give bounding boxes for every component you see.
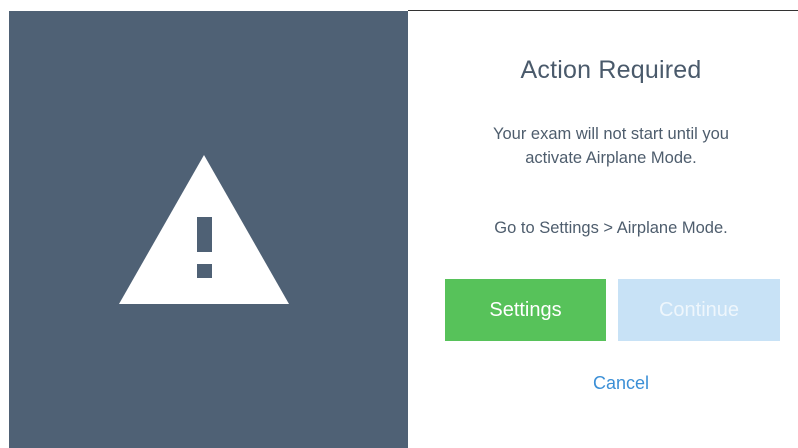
cancel-link[interactable]: Cancel: [408, 373, 798, 394]
dialog-title: Action Required: [520, 56, 702, 84]
settings-button[interactable]: Settings: [445, 279, 606, 341]
dialog-message-line-1: Your exam will not start until you: [492, 125, 729, 143]
continue-button[interactable]: Continue: [618, 279, 780, 341]
dialog-content: Action Required Your exam will not start…: [408, 12, 798, 448]
dialog-message: Your exam will not start until you activ…: [408, 122, 798, 170]
alert-panel: [9, 11, 408, 448]
warning-triangle-icon: [119, 155, 289, 304]
dialog-instruction: Go to Settings > Airplane Mode.: [494, 219, 728, 237]
airplane-mode-dialog: Action Required Your exam will not start…: [0, 0, 798, 448]
left-edge: [0, 0, 9, 448]
dialog-message-line-2: activate Airplane Mode.: [525, 149, 697, 167]
top-divider: [0, 0, 798, 11]
